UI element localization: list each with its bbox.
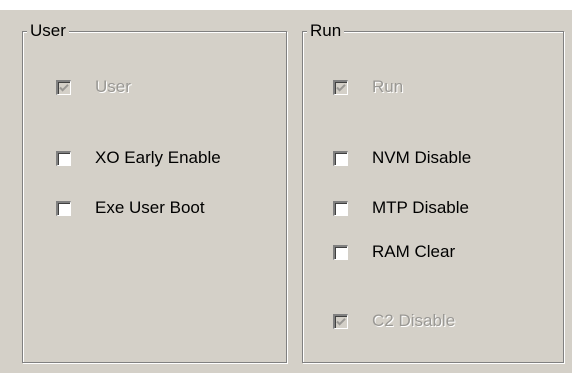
check-icon [59, 83, 69, 92]
top-band [0, 0, 572, 10]
ram-clear-checkbox[interactable]: RAM Clear [333, 241, 455, 263]
nvm-disable-checkbox-box[interactable] [333, 150, 348, 166]
run-group-title: Run [307, 20, 345, 42]
ram-clear-label: RAM Clear [372, 242, 456, 261]
mtp-disable-label: MTP Disable [372, 198, 469, 217]
run-groupbox: Run Run NVM Disable MTP Disable RAM Clea… [302, 20, 564, 363]
exe-user-boot-checkbox-box[interactable] [56, 200, 71, 216]
nvm-disable-label: NVM Disable [372, 148, 472, 167]
user-checkbox-box [56, 79, 71, 95]
xo-early-enable-checkbox-box[interactable] [56, 150, 71, 166]
ram-clear-checkbox-box[interactable] [333, 244, 348, 260]
check-icon [336, 317, 346, 326]
xo-early-enable-label: XO Early Enable [95, 148, 221, 167]
xo-early-enable-checkbox[interactable]: XO Early Enable [56, 147, 221, 169]
exe-user-boot-checkbox[interactable]: Exe User Boot [56, 197, 205, 219]
run-checkbox: Run [333, 76, 403, 98]
user-groupbox: User User XO Early Enable Exe User Boot [22, 20, 287, 363]
user-checkbox-label: User [95, 77, 131, 96]
exe-user-boot-label: Exe User Boot [95, 198, 205, 217]
mtp-disable-checkbox[interactable]: MTP Disable [333, 197, 469, 219]
check-icon [336, 83, 346, 92]
nvm-disable-checkbox[interactable]: NVM Disable [333, 147, 471, 169]
user-group-title: User [27, 20, 69, 42]
c2-disable-label: C2 Disable [372, 311, 456, 330]
c2-disable-checkbox-box [333, 313, 348, 329]
mtp-disable-checkbox-box[interactable] [333, 200, 348, 216]
run-checkbox-box [333, 79, 348, 95]
user-checkbox: User [56, 76, 131, 98]
run-checkbox-label: Run [372, 77, 404, 96]
c2-disable-checkbox: C2 Disable [333, 310, 455, 332]
